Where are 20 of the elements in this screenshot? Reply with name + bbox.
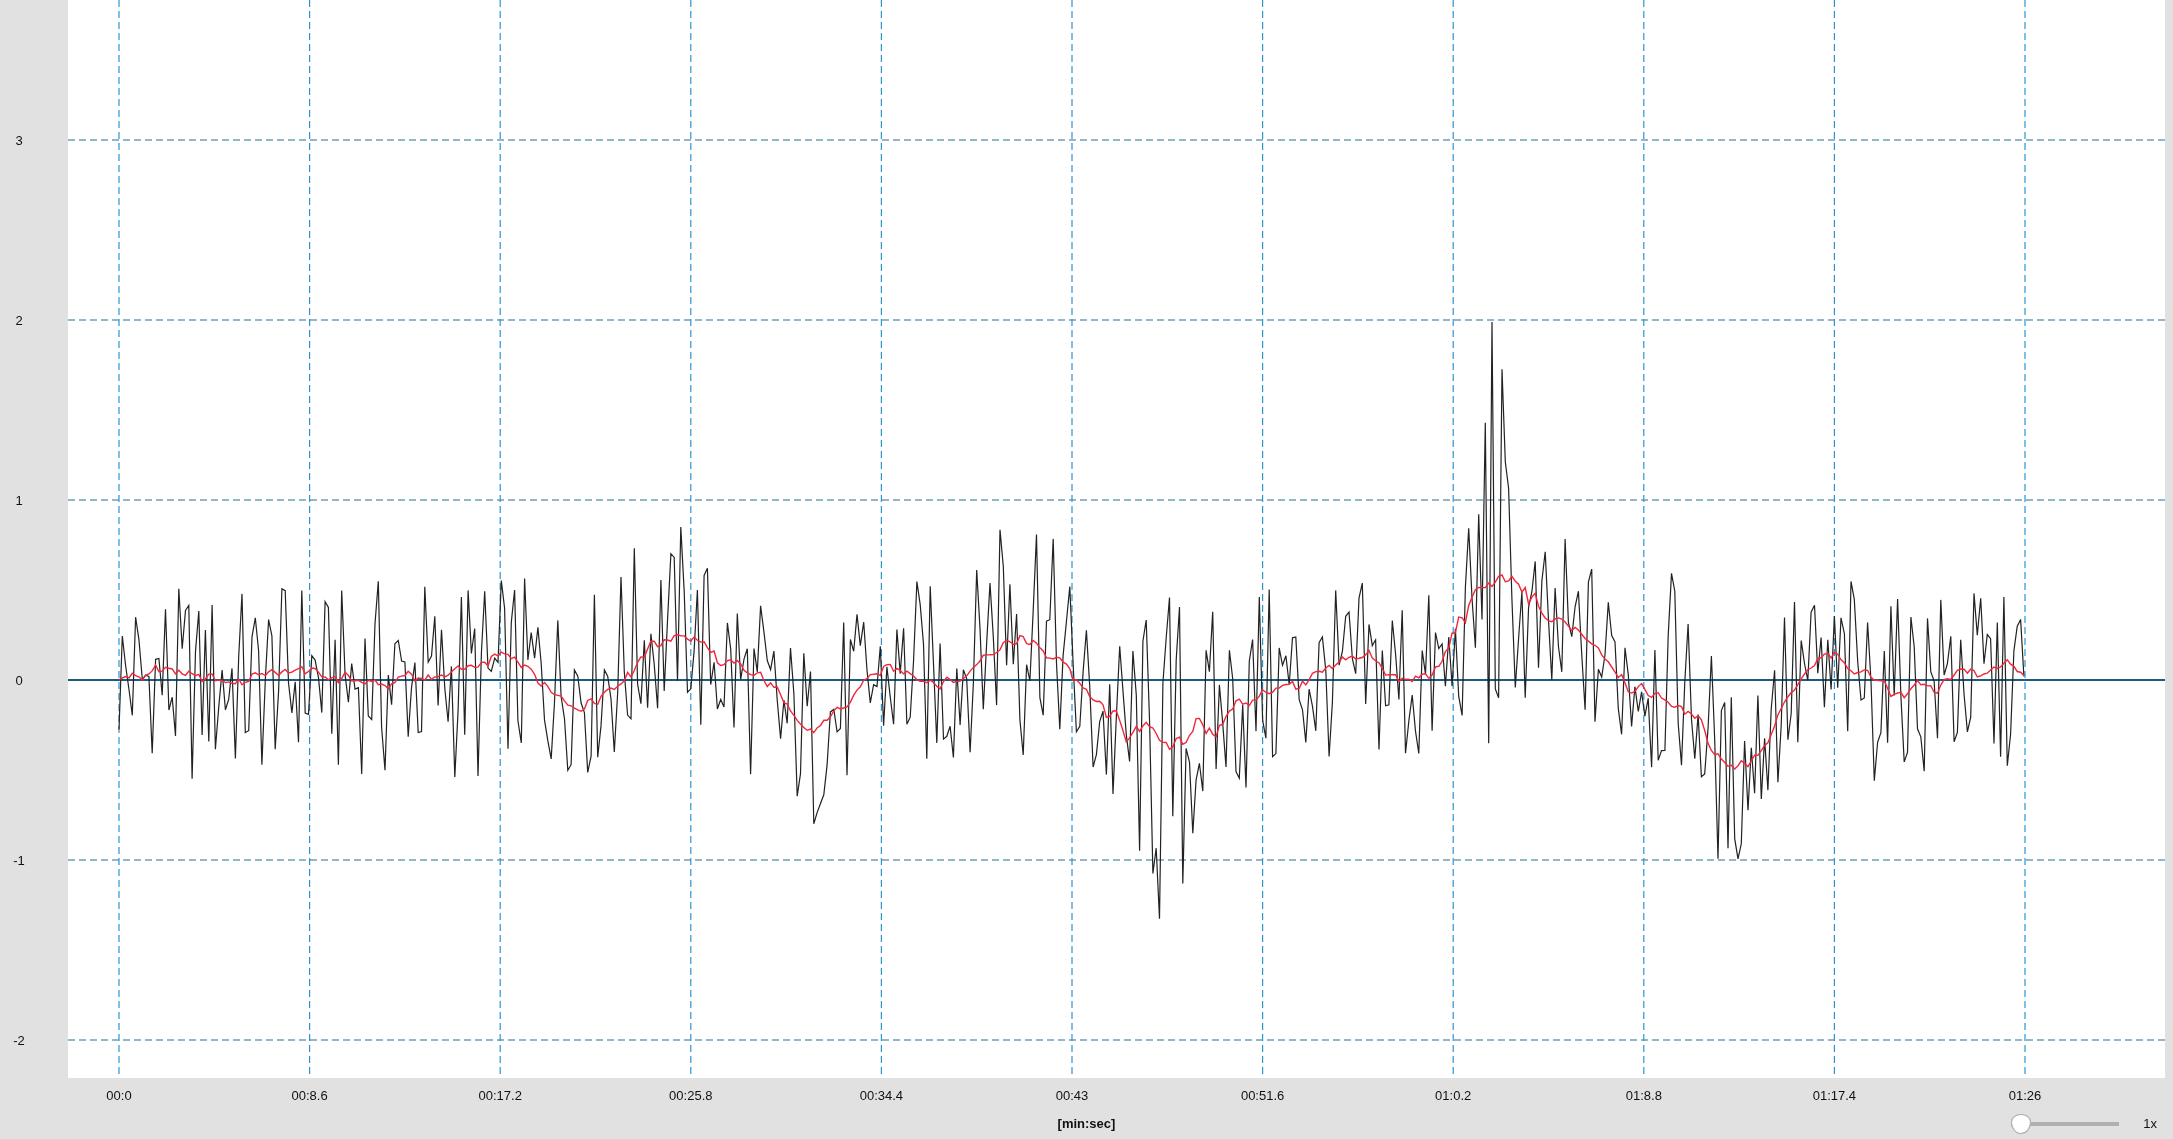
y-tick-label: 3 <box>15 133 23 148</box>
x-tick-label: 00:17.2 <box>478 1088 522 1103</box>
y-tick-label: 1 <box>15 493 23 508</box>
x-tick-label: 00:25.8 <box>669 1088 713 1103</box>
x-axis-label: [min:sec] <box>1057 1116 1116 1131</box>
x-tick-label: 01:0.2 <box>1435 1088 1472 1103</box>
x-tick-label: 01:17.4 <box>1812 1088 1857 1103</box>
x-tick-label: 00:34.4 <box>859 1088 904 1103</box>
zoom-reading: 1x <box>2143 1116 2157 1131</box>
y-tick-label: 0 <box>15 673 23 688</box>
x-tick-label: 00:0 <box>106 1088 132 1103</box>
x-tick-label: 01:26 <box>2008 1088 2042 1103</box>
x-tick-label: 00:43 <box>1055 1088 1089 1103</box>
x-tick-label: 00:8.6 <box>291 1088 328 1103</box>
y-tick-label: -1 <box>13 853 25 868</box>
slider-thumb[interactable] <box>2011 1113 2032 1134</box>
x-tick-label: 01:8.8 <box>1625 1088 1662 1103</box>
y-tick-label: -2 <box>13 1033 25 1048</box>
y-tick-label: 2 <box>15 313 23 328</box>
x-tick-label: 00:51.6 <box>1240 1088 1285 1103</box>
